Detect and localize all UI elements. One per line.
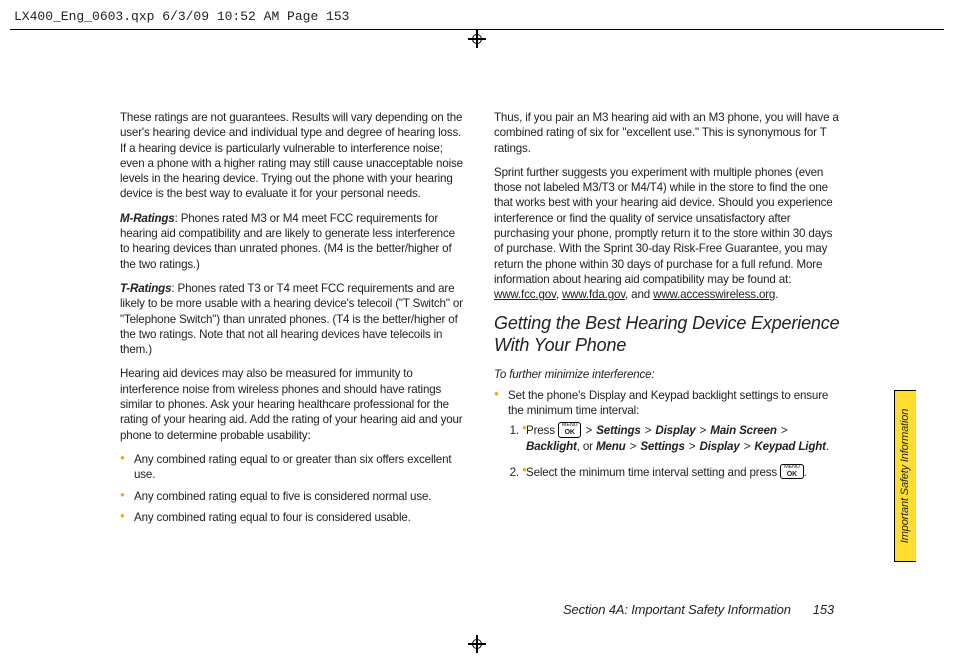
list-item: Any combined rating equal to five is con… bbox=[120, 489, 466, 504]
link-fcc[interactable]: www.fcc.gov bbox=[494, 288, 556, 301]
nav-settings-2: Settings bbox=[640, 440, 684, 453]
page-number: 153 bbox=[813, 602, 834, 617]
paragraph-m-ratings: M-Ratings: Phones rated M3 or M4 meet FC… bbox=[120, 211, 466, 272]
paragraph: Hearing aid devices may also be measured… bbox=[120, 366, 466, 442]
text: Press bbox=[526, 424, 558, 437]
prepress-slug: LX400_Eng_0603.qxp 6/3/09 10:52 AM Page … bbox=[10, 6, 944, 30]
nav-main-screen: Main Screen bbox=[710, 424, 777, 437]
footer-section: Section 4A: Important Safety Information bbox=[563, 602, 791, 617]
column-right: Thus, if you pair an M3 hearing aid with… bbox=[494, 110, 840, 570]
registration-mark-top bbox=[468, 30, 486, 48]
manual-page: LX400_Eng_0603.qxp 6/3/09 10:52 AM Page … bbox=[0, 0, 954, 659]
list-item: Any combined rating equal to four is con… bbox=[120, 510, 466, 525]
text: : Phones rated T3 or T4 meet FCC require… bbox=[120, 282, 463, 356]
nav-display: Display bbox=[655, 424, 695, 437]
body-columns: These ratings are not guarantees. Result… bbox=[120, 110, 840, 570]
text: , and bbox=[625, 288, 653, 301]
steps-list: Press MENUOK > Settings > Display > Main… bbox=[522, 422, 840, 479]
label-m-ratings: M-Ratings bbox=[120, 212, 175, 225]
paragraph: Sprint further suggests you experiment w… bbox=[494, 165, 840, 303]
column-left: These ratings are not guarantees. Result… bbox=[120, 110, 466, 570]
list-item: Set the phone's Display and Keypad backl… bbox=[494, 388, 840, 480]
step-2: Select the minimum time interval setting… bbox=[522, 464, 840, 480]
label-t-ratings: T-Ratings bbox=[120, 282, 171, 295]
text: Set the phone's Display and Keypad backl… bbox=[508, 389, 828, 417]
nav-settings: Settings bbox=[596, 424, 640, 437]
interference-list: Set the phone's Display and Keypad backl… bbox=[494, 388, 840, 480]
thumb-tab-label: Important Safety Information bbox=[900, 409, 912, 543]
nav-backlight: Backlight bbox=[526, 440, 577, 453]
step-1: Press MENUOK > Settings > Display > Main… bbox=[522, 422, 840, 453]
paragraph: Thus, if you pair an M3 hearing aid with… bbox=[494, 110, 840, 156]
text: Select the minimum time interval setting… bbox=[526, 466, 780, 479]
menu-ok-key-icon: MENUOK bbox=[780, 464, 804, 479]
registration-mark-bottom bbox=[468, 635, 486, 653]
thumb-tab-safety: Important Safety Information bbox=[894, 390, 916, 562]
lead-line: To further minimize interference: bbox=[494, 367, 840, 382]
usability-list: Any combined rating equal to or greater … bbox=[120, 452, 466, 525]
text: , or bbox=[577, 440, 596, 453]
nav-keypad-light: Keypad Light bbox=[754, 440, 826, 453]
nav-display-2: Display bbox=[700, 440, 740, 453]
link-accesswireless[interactable]: www.accesswireless.org bbox=[653, 288, 775, 301]
paragraph-t-ratings: T-Ratings: Phones rated T3 or T4 meet FC… bbox=[120, 281, 466, 357]
link-fda[interactable]: www.fda.gov bbox=[562, 288, 625, 301]
nav-menu: Menu bbox=[596, 440, 626, 453]
text: Sprint further suggests you experiment w… bbox=[494, 166, 833, 286]
section-heading: Getting the Best Hearing Device Experien… bbox=[494, 312, 840, 357]
list-item: Any combined rating equal to or greater … bbox=[120, 452, 466, 483]
paragraph: These ratings are not guarantees. Result… bbox=[120, 110, 466, 202]
menu-ok-key-icon: MENUOK bbox=[558, 422, 582, 437]
page-footer: Section 4A: Important Safety Information… bbox=[0, 602, 954, 617]
